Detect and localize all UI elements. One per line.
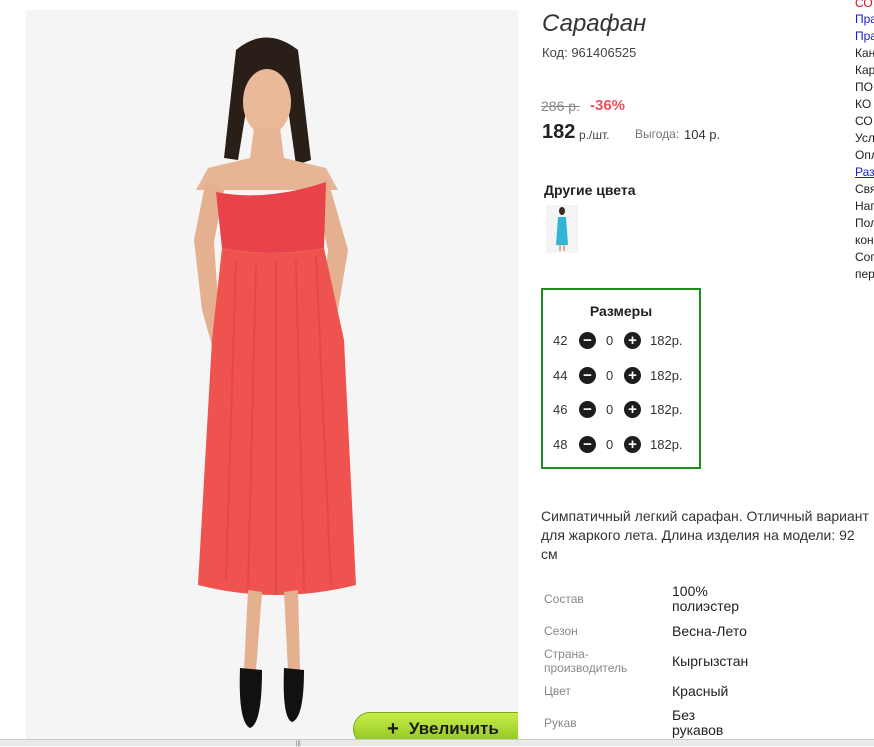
size-row: 44 − 0 + 182р. [543, 365, 699, 387]
product-code: Код: 961406525 [542, 45, 637, 60]
attribute-value: Весна-Лето [672, 623, 747, 639]
size-price: 182р. [650, 333, 683, 348]
sizes-title: Размеры [589, 303, 653, 319]
side-menu-item[interactable]: Пра [855, 12, 874, 26]
attribute-label: Рукав [544, 716, 577, 730]
side-menu-item: Наг [855, 199, 874, 213]
side-menu-item[interactable]: Пра [855, 29, 874, 43]
plus-icon[interactable]: + [624, 401, 641, 418]
minus-icon[interactable]: − [579, 436, 596, 453]
side-menu-item[interactable]: СО [855, 0, 873, 10]
plus-icon[interactable]: + [624, 332, 641, 349]
zoom-label: Увеличить [408, 719, 499, 738]
size-value: 48 [553, 437, 568, 452]
plus-icon[interactable]: + [624, 367, 641, 384]
plus-icon[interactable]: + [624, 436, 641, 453]
size-quantity: 0 [606, 333, 614, 348]
size-row: 48 − 0 + 182р. [543, 434, 699, 456]
size-price: 182р. [650, 368, 683, 383]
dress-image [26, 10, 518, 740]
scroll-grip-icon[interactable]: ||| [296, 741, 301, 747]
size-quantity: 0 [606, 368, 614, 383]
side-menu-item: Свя [855, 182, 874, 196]
side-menu-item[interactable]: Раз [855, 165, 874, 179]
current-price: 182 [542, 121, 576, 143]
side-menu-item: Кар [855, 63, 874, 77]
side-menu-item: Сог [855, 250, 874, 264]
side-menu-item: Пол [855, 216, 874, 230]
size-row: 46 − 0 + 182р. [543, 399, 699, 421]
attribute-value: Красный [672, 683, 729, 699]
zoom-button[interactable]: + Увеличить [353, 712, 518, 740]
product-title: Сарафан [542, 10, 647, 37]
size-value: 44 [553, 368, 568, 383]
side-menu-item: КО [855, 97, 872, 111]
color-thumbnail[interactable] [546, 205, 578, 253]
minus-icon[interactable]: − [579, 401, 596, 418]
minus-icon[interactable]: − [579, 332, 596, 349]
attribute-value: Кыргызстан [672, 653, 749, 669]
benefit-value: 104 р. [684, 127, 721, 142]
size-value: 46 [553, 402, 568, 417]
side-menu-item: СО [855, 114, 873, 128]
attribute-label: Сезон [544, 624, 578, 638]
side-menu-item: пер [855, 267, 874, 281]
size-value: 42 [553, 333, 568, 348]
product-photo[interactable]: + Увеличить [26, 10, 518, 740]
side-menu-item: Кан [855, 46, 874, 60]
attribute-value: 100% полиэстер [672, 583, 740, 614]
attribute-label: Страна-производитель [544, 647, 628, 675]
size-row: 42 − 0 + 182р. [543, 330, 699, 352]
size-price: 182р. [650, 402, 683, 417]
side-menu-item: Опл [855, 148, 874, 162]
discount-badge: -36% [590, 97, 626, 114]
attribute-label: Состав [544, 592, 584, 606]
benefit-label: Выгода: [635, 127, 680, 141]
old-price: 286 р. [541, 98, 580, 114]
attribute-label: Цвет [544, 684, 571, 698]
plus-icon: + [387, 717, 399, 740]
price-unit: р./шт. [579, 128, 610, 142]
size-quantity: 0 [606, 402, 614, 417]
side-menu-item: кон [855, 233, 874, 247]
other-colors-title: Другие цвета [544, 182, 636, 198]
size-price: 182р. [650, 437, 683, 452]
side-menu-item: ПО [855, 80, 873, 94]
side-menu-item: Усл [855, 131, 874, 145]
sizes-panel: Размеры 42 − 0 + 182р. 44 − 0 + 182р. 46… [541, 288, 701, 469]
product-description: Симпатичный легкий сарафан. Отличный вар… [541, 508, 869, 562]
attribute-value: Без рукавов [672, 707, 724, 738]
size-quantity: 0 [606, 437, 614, 452]
minus-icon[interactable]: − [579, 367, 596, 384]
